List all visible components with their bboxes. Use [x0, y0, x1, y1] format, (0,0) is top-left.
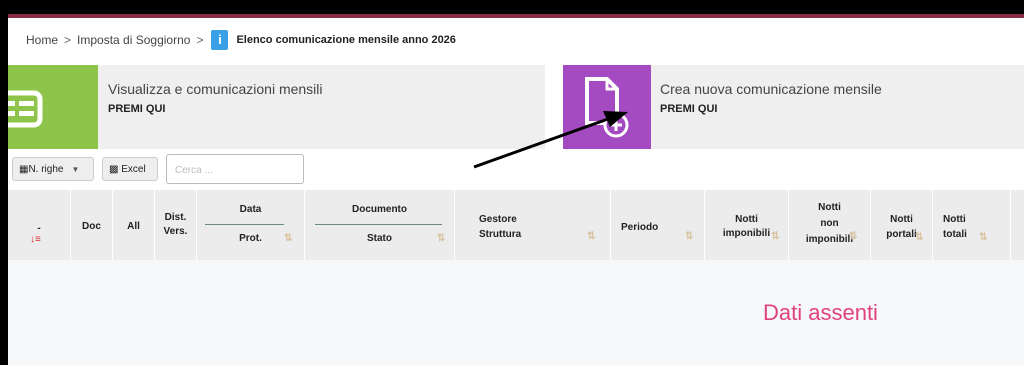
column-notti-portali[interactable]: Notti portali ⇅ [870, 190, 932, 260]
column-periodo[interactable]: Periodo ⇅ [610, 190, 704, 260]
sort-icon[interactable]: ⇅ [915, 232, 923, 243]
create-communication-tile[interactable]: Crea nuova comunicazione mensile PREMI Q… [563, 65, 1024, 149]
sort-icon[interactable]: ⇅ [437, 233, 445, 244]
tile-title: Visualizza e comunicazioni mensili [108, 81, 323, 97]
top-bar [0, 0, 1024, 18]
breadcrumb-home[interactable]: Home [26, 33, 58, 47]
column-notti-totali[interactable]: Notti totali ⇅ [932, 190, 1010, 260]
view-communications-tile[interactable]: Visualizza e comunicazioni mensili PREMI… [8, 65, 545, 149]
chevron-right-icon: > [196, 33, 204, 47]
sort-icon[interactable]: ↓≡ [30, 234, 41, 245]
column-notti-imponibili[interactable]: Notti imponibili ⇅ [704, 190, 788, 260]
excel-export-button[interactable]: ▩ Excel [102, 157, 158, 181]
info-icon: i [211, 30, 229, 50]
sort-icon[interactable]: ⇅ [587, 231, 595, 242]
excel-label: Excel [121, 163, 146, 175]
sort-icon[interactable]: ⇅ [685, 231, 693, 242]
rows-label: N. righe [28, 163, 64, 175]
sort-icon[interactable]: ⇅ [979, 232, 987, 243]
list-icon [8, 65, 98, 149]
column-select[interactable]: - ↓≡ [8, 190, 70, 260]
column-data-prot[interactable]: Data Prot. ⇅ [196, 190, 304, 260]
column-doc[interactable]: Doc [70, 190, 112, 260]
column-notti-non-imponibili[interactable]: Notti non imponibili ⇅ [788, 190, 870, 260]
column-dist-vers[interactable]: Dist. Vers. [154, 190, 196, 260]
excel-file-icon: ▩ [109, 163, 122, 175]
sort-icon[interactable]: ⇅ [771, 231, 779, 242]
sort-icon[interactable]: ⇅ [284, 233, 292, 244]
tile-subtitle: PREMI QUI [108, 103, 166, 115]
empty-message: Dati assenti [763, 300, 878, 325]
breadcrumb-current: Elenco comunicazione mensile anno 2026 [236, 34, 456, 46]
breadcrumb: Home > Imposta di Soggiorno > i Elenco c… [26, 30, 456, 50]
table-header: - ↓≡ Doc All Dist. Vers. Data Prot. ⇅ Do… [8, 190, 1024, 260]
tile-subtitle: PREMI QUI [660, 103, 718, 115]
rows-per-page-button[interactable]: ▦ N. righe ▼ [12, 157, 94, 181]
search-input[interactable]: Cerca ... [166, 154, 304, 184]
table-icon: ▦ [19, 163, 29, 175]
column-all[interactable]: All [112, 190, 154, 260]
column-gestore-struttura[interactable]: Gestore Struttura ⇅ [454, 190, 610, 260]
chevron-right-icon: > [64, 33, 72, 47]
tile-title: Crea nuova comunicazione mensile [660, 81, 882, 97]
column-more [1010, 190, 1024, 260]
sort-icon[interactable]: ⇅ [849, 231, 857, 242]
new-document-icon [563, 65, 651, 149]
column-documento-stato[interactable]: Documento Stato ⇅ [304, 190, 454, 260]
main-frame: Home > Imposta di Soggiorno > i Elenco c… [8, 18, 1024, 365]
caret-down-icon: ▼ [71, 164, 80, 174]
breadcrumb-section[interactable]: Imposta di Soggiorno [77, 33, 190, 47]
